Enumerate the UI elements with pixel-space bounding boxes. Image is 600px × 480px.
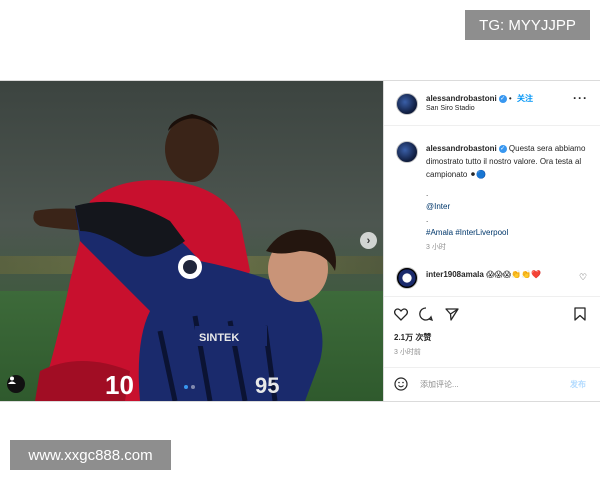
post-photo[interactable]: 10 SINTEK 95 › [0, 81, 383, 401]
caption-author[interactable]: alessandrobastoni [426, 144, 497, 153]
tagged-users-button[interactable] [7, 375, 25, 393]
follow-button[interactable]: 关注 [517, 94, 533, 103]
comment-text: 😱😱😱👏👏❤️ [486, 270, 541, 279]
comment-composer: 添加评论... 发布 [384, 367, 600, 402]
watermark-top: TG: MYYJJPP [465, 10, 590, 40]
comment-item: inter1908amala 😱😱😱👏👏❤️ [426, 268, 576, 281]
user-tag-icon [8, 376, 16, 384]
comment-icon[interactable] [418, 306, 434, 322]
post-actions [384, 296, 600, 331]
caption-dot: . [426, 189, 429, 198]
chevron-right-icon: › [366, 234, 371, 247]
carousel-dot-active [184, 385, 188, 389]
carousel-indicator [184, 385, 195, 389]
bookmark-icon[interactable] [572, 306, 588, 322]
svg-text:SINTEK: SINTEK [199, 332, 239, 344]
instagram-post: 10 SINTEK 95 › alessandrobastoni ✓ • 关注 … [0, 80, 600, 402]
post-location[interactable]: San Siro Stadio [426, 105, 475, 112]
post-side-panel: alessandrobastoni ✓ • 关注 San Siro Stadio … [383, 81, 600, 401]
post-caption: alessandrobastoni ✓ Questa sera abbiamo d… [426, 142, 586, 254]
verified-badge-icon: ✓ [498, 94, 507, 103]
carousel-dot [191, 385, 195, 389]
watermark-bottom: www.xxgc888.com [10, 440, 171, 470]
post-comment-button[interactable]: 发布 [570, 379, 586, 390]
comment-input[interactable]: 添加评论... [420, 379, 459, 390]
author-avatar[interactable] [396, 93, 418, 115]
jersey-number-right: 95 [255, 373, 279, 398]
carousel-next-button[interactable]: › [360, 232, 377, 249]
like-count[interactable]: 2.1万 次赞 [394, 332, 431, 343]
jersey-number-left: 10 [105, 370, 134, 400]
caption-hashtags[interactable]: #Amala #InterLiverpool [426, 226, 586, 239]
comment-author[interactable]: inter1908amala [426, 270, 484, 279]
author-line: alessandrobastoni ✓ • 关注 [426, 94, 533, 103]
author-username[interactable]: alessandrobastoni [426, 94, 497, 103]
more-options-icon[interactable]: ··· [573, 91, 588, 105]
caption-avatar[interactable] [396, 141, 418, 163]
emoji-icon[interactable] [394, 377, 408, 391]
post-time: 3 小时前 [394, 349, 421, 356]
comment-like-heart-icon[interactable]: ♡ [579, 272, 587, 283]
post-header: alessandrobastoni ✓ • 关注 San Siro Stadio … [384, 81, 600, 126]
caption-mention[interactable]: @Inter [426, 200, 586, 213]
share-icon[interactable] [444, 306, 460, 322]
commenter-avatar[interactable] [396, 267, 418, 289]
heart-icon[interactable] [393, 306, 409, 322]
verified-badge-icon: ✓ [498, 144, 507, 153]
players-illustration: 10 SINTEK 95 [33, 114, 336, 401]
caption-time: 3 小时 [426, 244, 446, 251]
caption-dot: . [426, 215, 429, 224]
